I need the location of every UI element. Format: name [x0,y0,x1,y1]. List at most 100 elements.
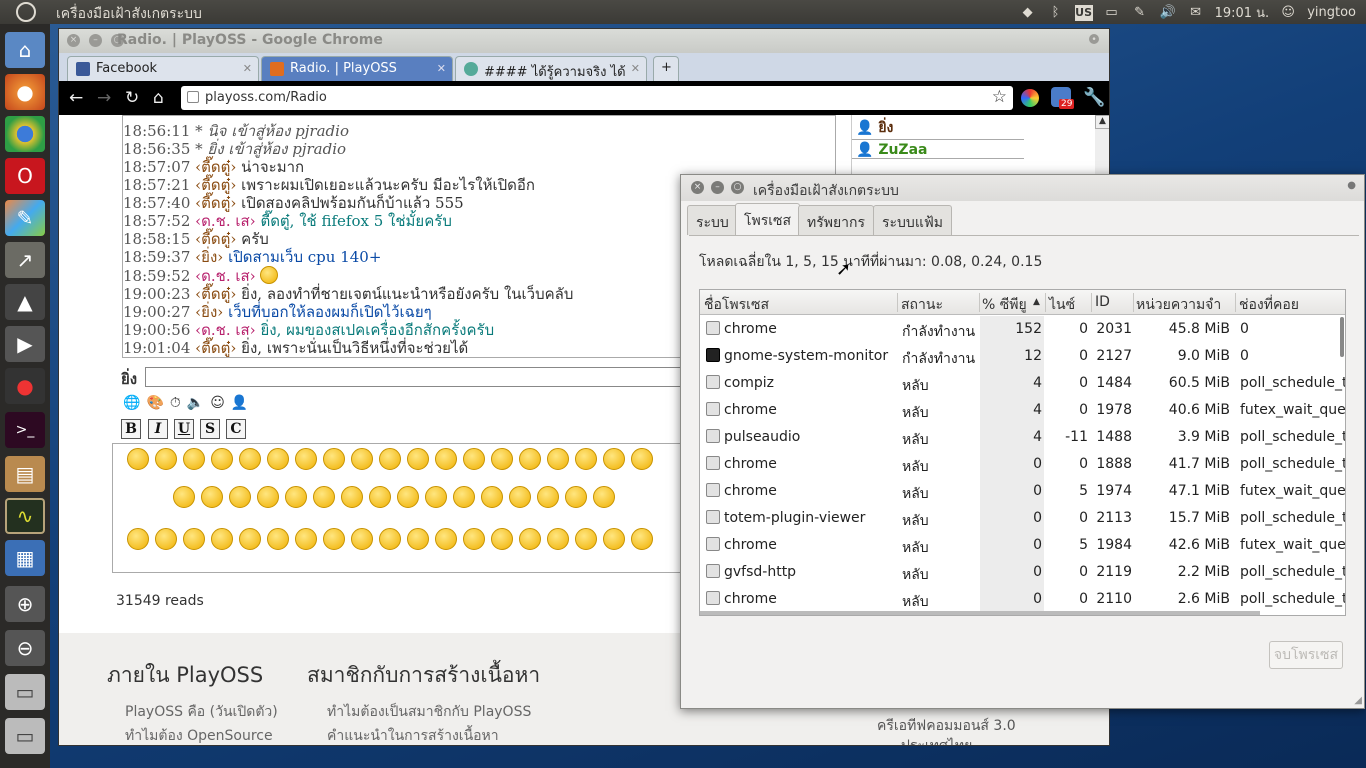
process-row[interactable]: gnome-system-monitor กำลังทำงาน 12 0 2127 9.0… [700,343,1345,370]
emoticon-icon[interactable] [323,448,345,470]
zoom-out-icon[interactable]: ⊖ [5,630,45,666]
close-icon[interactable]: × [67,34,80,47]
col-header-id[interactable]: ID [1095,294,1110,310]
underline-button[interactable]: U [174,419,194,439]
chat-nick[interactable]: ‹ตี๊ดตู๋› [195,158,236,176]
footer-link[interactable]: PlayOSS คือ (วันเปิดตัว) [125,701,278,723]
home-icon[interactable]: ⌂ [153,88,164,108]
video-icon[interactable]: ▶ [5,326,45,362]
emoticon-icon[interactable] [519,448,541,470]
home-folder-icon[interactable]: ⌂ [5,32,45,68]
strike-button[interactable]: S [200,419,220,439]
address-bar[interactable]: playoss.com/Radio ☆ [181,86,1013,110]
emoticon-icon[interactable] [351,448,373,470]
emoticon-icon[interactable] [173,486,195,508]
emoticon-icon[interactable] [575,448,597,470]
emoticon-icon[interactable] [239,448,261,470]
process-row[interactable]: compiz หลับ 4 0 1484 60.5 MiB poll_schedule_t [700,370,1345,397]
tab-filesystems[interactable]: ระบบแฟ้ม [873,205,952,235]
bluetooth-icon[interactable]: ᛒ [1047,4,1065,22]
charts-icon[interactable]: ↗ [5,242,45,278]
chat-nick[interactable]: ‹ตี๊ดตู๋› [195,194,236,212]
resize-icon[interactable]: • [1089,34,1099,45]
col-header-nice[interactable]: ไนซ์ [1049,294,1075,316]
clock-icon[interactable]: ⏱ [170,395,181,411]
system-monitor-icon[interactable]: ∿ [5,498,45,534]
emoticon-icon[interactable] [127,448,149,470]
table-hscrollbar[interactable] [700,611,1260,615]
tab-resources[interactable]: ทรัพยากร [798,205,875,235]
minimize-icon[interactable]: – [89,34,102,47]
tab-system[interactable]: ระบบ [687,205,738,235]
sound-icon[interactable]: 🔈 [187,395,204,411]
emoticon-icon[interactable] [463,528,485,550]
emoticon-icon[interactable] [453,486,475,508]
forward-icon[interactable]: → [97,88,111,108]
drive-icon[interactable]: ▭ [5,718,45,754]
window-menu-icon[interactable]: ● [1347,180,1356,191]
emoticon-icon[interactable] [481,486,503,508]
archive-icon[interactable]: ▤ [5,456,45,492]
minimize-icon[interactable]: – [711,181,724,194]
emoticon-icon[interactable] [295,528,317,550]
emoticon-icon[interactable] [435,448,457,470]
process-row[interactable]: gvfsd-http หลับ 0 0 2119 2.2 MiB poll_schedule… [700,559,1345,586]
chat-nick[interactable]: ‹ด.ช. เส› [195,267,256,285]
emoticon-icon[interactable] [295,448,317,470]
record-icon[interactable]: ● [5,368,45,404]
tab-facebook[interactable]: Facebook ✕ [67,56,259,81]
emoticon-icon[interactable] [285,486,307,508]
new-tab-button[interactable]: + [653,56,679,81]
maximize-icon[interactable]: ○ [731,181,744,194]
workspaces-icon[interactable]: ▦ [5,540,45,576]
process-row[interactable]: chrome หลับ 0 5 1984 42.6 MiB futex_wait_que [700,532,1345,559]
user-name[interactable]: yingtoo [1307,5,1356,20]
emoticon-icon[interactable] [267,528,289,550]
user-list-item[interactable]: 👤 ZuZaa [852,140,1024,159]
chat-nick[interactable]: ‹ยิ่ง› [195,248,223,266]
close-tab-icon[interactable]: ✕ [243,62,252,75]
emoticon-icon[interactable] [407,528,429,550]
emoticon-icon[interactable] [341,486,363,508]
footer-link[interactable]: ทำไมต้องเป็นสมาชิกกับ PlayOSS [327,701,531,723]
emoticon-icon[interactable] [491,528,513,550]
emoticon-icon[interactable] [397,486,419,508]
process-row[interactable]: chrome หลับ 0 0 2110 2.6 MiB poll_schedule_t [700,586,1345,613]
firefox-icon[interactable]: ● [5,74,45,110]
emoticon-icon[interactable] [313,486,335,508]
bold-button[interactable]: B [121,419,141,439]
emoticon-icon[interactable] [183,528,205,550]
chat-message-input[interactable] [145,367,685,387]
chat-nick[interactable]: ‹ด.ช. เส› [195,212,256,230]
emoticon-icon[interactable] [211,528,233,550]
emoticon-icon[interactable] [509,486,531,508]
emoticon-icon[interactable] [435,528,457,550]
emoticon-icon[interactable] [631,448,653,470]
volume-icon[interactable]: 🔊 [1159,4,1177,22]
emoticon-icon[interactable] [201,486,223,508]
emoticon-icon[interactable] [351,528,373,550]
user-list-item[interactable]: 👤 ยิ่ง [852,115,1024,140]
col-header-memory[interactable]: หน่วยความจำ [1136,294,1221,316]
col-header-waiting-channel[interactable]: ช่องที่คอย [1239,294,1299,316]
pen-icon[interactable]: ✎ [1131,4,1149,22]
emoticon-icon[interactable] [239,528,261,550]
emoticon-icon[interactable] [519,528,541,550]
emoticon-icon[interactable] [547,448,569,470]
chat-nick[interactable]: ‹ด.ช. เส› [195,321,256,339]
scroll-up-icon[interactable]: ▲ [1095,115,1109,129]
emoticon-icon[interactable] [407,448,429,470]
emoticon-icon[interactable] [565,486,587,508]
zoom-in-icon[interactable]: ⊕ [5,586,45,622]
emoticon-icon[interactable] [631,528,653,550]
process-row[interactable]: chrome กำลังทำงาน 152 0 2031 45.8 MiB 0 [700,316,1345,343]
chat-nick[interactable]: ‹ตี๊ดตู๋› [195,176,236,194]
emoticon-icon[interactable] [211,448,233,470]
process-row[interactable]: chrome หลับ 0 0 1888 41.7 MiB poll_schedule_t [700,451,1345,478]
emoticon-icon[interactable] [537,486,559,508]
tab-radio[interactable]: Radio. | PlayOSS ✕ [261,56,453,81]
reload-icon[interactable]: ↻ [125,88,139,108]
emoticon-icon[interactable] [369,486,391,508]
emoticon-icon[interactable] [603,528,625,550]
dropbox-icon[interactable]: ◆ [1019,4,1037,22]
